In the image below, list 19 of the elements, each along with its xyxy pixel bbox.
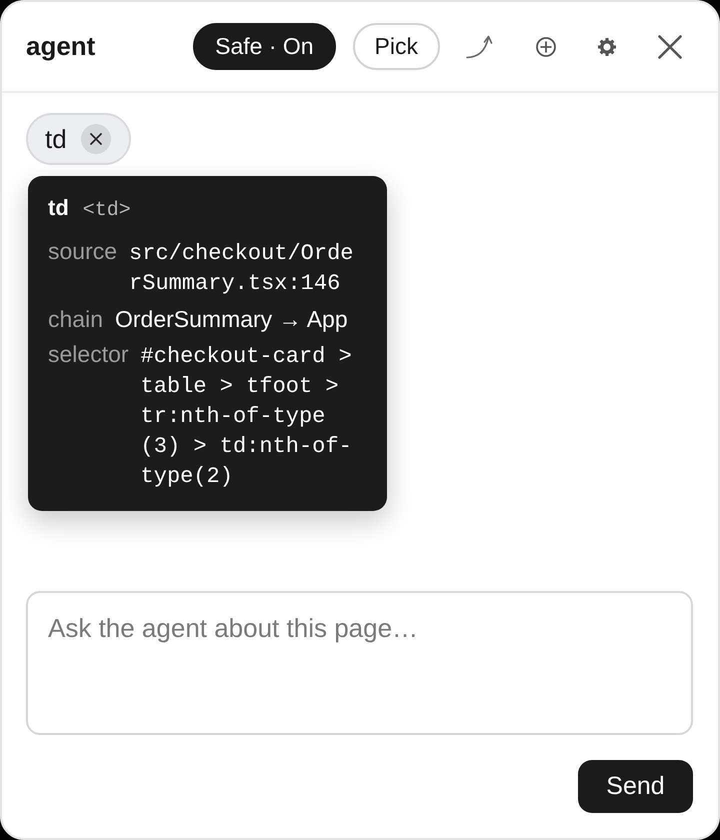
- panel-title: agent: [26, 31, 96, 62]
- field-value: OrderSummary → App: [114, 305, 349, 334]
- message-input[interactable]: Ask the agent about this page…: [26, 591, 693, 735]
- settings-icon[interactable]: [598, 38, 616, 56]
- tag-element: <td>: [82, 199, 131, 223]
- curved-arrow-icon[interactable]: [466, 34, 494, 58]
- send-button[interactable]: Send: [578, 760, 693, 813]
- add-icon[interactable]: [536, 36, 556, 56]
- tag-name: td: [48, 196, 69, 220]
- toggle-button[interactable]: Pick: [352, 23, 440, 70]
- remove-icon[interactable]: [80, 124, 111, 154]
- field-value: src/checkout/OrderSummary.tsx:146: [129, 240, 354, 298]
- field-label: chain: [48, 305, 103, 334]
- toggle-button[interactable]: Safe · On: [193, 23, 336, 70]
- field-value: #checkout-card > table > tfoot > tr:nth-of-type(3) > td:nth-of-type(2): [140, 343, 353, 491]
- field-label: selector: [48, 340, 129, 369]
- close-icon[interactable]: [658, 34, 682, 58]
- chip-label: td: [45, 126, 67, 152]
- field-label: source: [48, 237, 118, 266]
